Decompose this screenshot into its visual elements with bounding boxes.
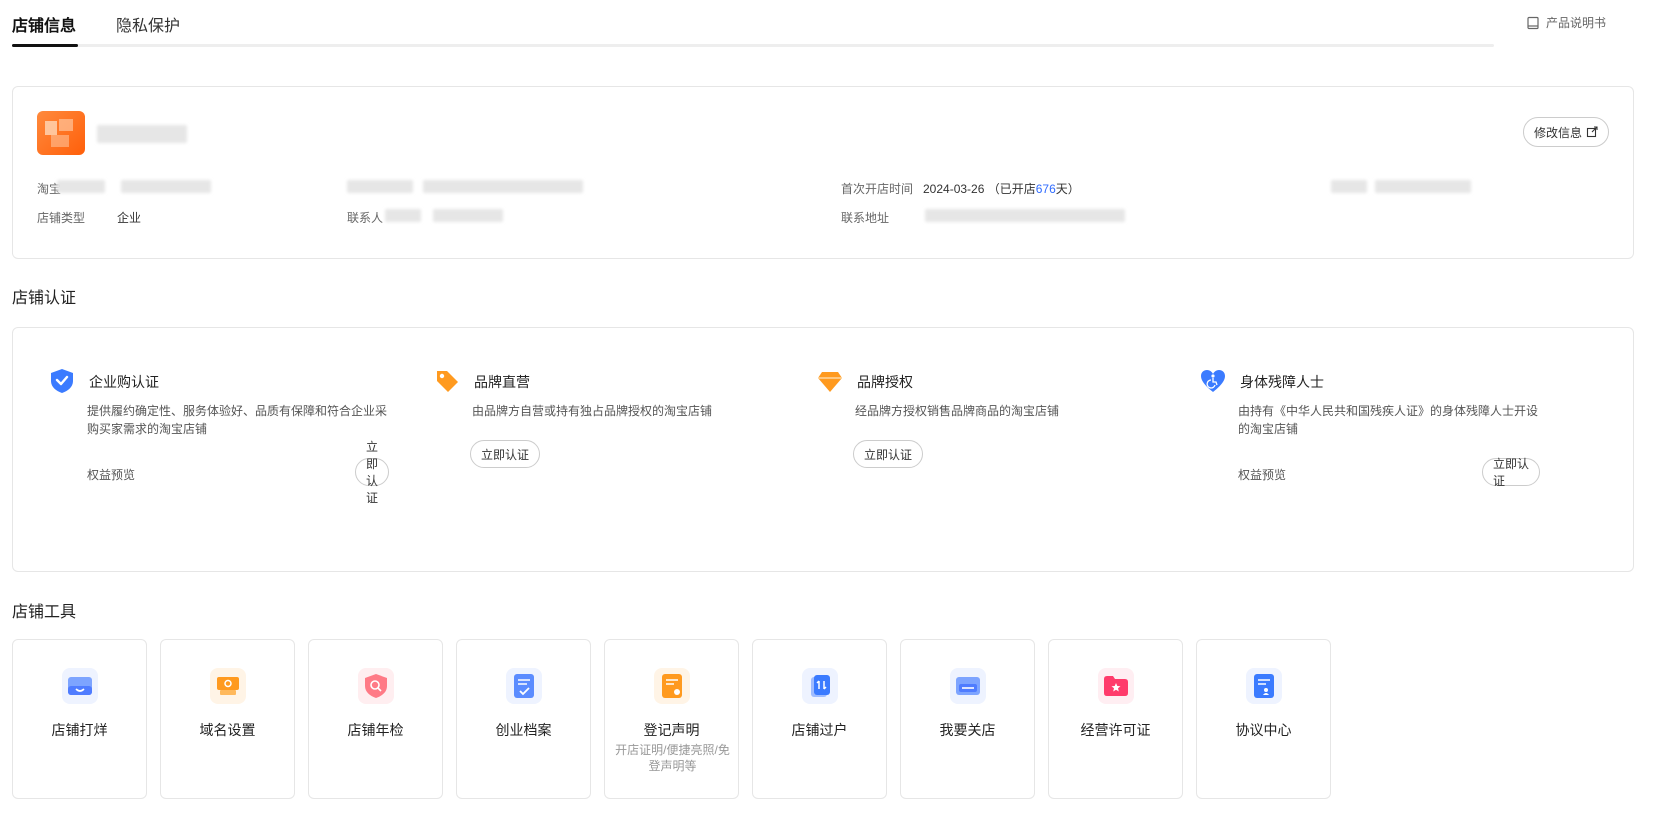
tag-icon (437, 371, 458, 392)
redacted-field (433, 209, 503, 222)
registration-icon (654, 668, 690, 704)
tools-section-title: 店铺工具 (12, 604, 77, 621)
product-manual-label: 产品说明书 (1545, 16, 1606, 30)
cert-enterprise: 企业购认证 提供履约确定性、服务体验好、品质有保障和符合企业采购买家需求的淘宝店… (49, 366, 390, 505)
certify-now-button[interactable]: 立即认证 (470, 440, 541, 468)
cert-disabled-persons-desc: 由持有《中华人民共和国残疾人证》的身体残障人士开设的淘宝店铺 (1238, 404, 1539, 436)
domain-settings-icon (210, 668, 246, 704)
tool-close-store[interactable]: 我要关店 (900, 639, 1035, 799)
cert-enterprise-desc: 提供履约确定性、服务体验好、品质有保障和符合企业采购买家需求的淘宝店铺 (87, 404, 388, 436)
tool-business-license-label: 经营许可证 (1080, 722, 1151, 738)
shop-type-label: 店铺类型 (37, 211, 86, 225)
tool-business-license[interactable]: 经营许可证 (1048, 639, 1183, 799)
accessibility-heart-icon (1201, 370, 1225, 392)
benefit-preview-link[interactable]: 权益预览 (1238, 466, 1286, 483)
certify-now-button[interactable]: 立即认证 (355, 440, 390, 505)
tool-close-store-label: 我要关店 (939, 722, 996, 738)
tab-rail (12, 44, 1494, 47)
product-manual-link[interactable]: 产品说明书 (1526, 14, 1606, 31)
cert-brand-direct-desc: 由品牌方自营或持有独占品牌授权的淘宝店铺 (472, 404, 713, 418)
certify-now-button[interactable]: 立即认证 (853, 440, 924, 468)
tool-agreement-center[interactable]: 协议中心 (1196, 639, 1331, 799)
book-icon (1527, 16, 1539, 29)
tool-agreement-center-label: 协议中心 (1235, 722, 1292, 738)
license-folder-icon (1098, 668, 1134, 704)
redacted-field (121, 180, 211, 193)
redacted-field (57, 180, 105, 193)
shop-logo (37, 111, 85, 155)
external-link-icon (1586, 126, 1598, 138)
cert-disabled-persons: 身体残障人士 由持有《中华人民共和国残疾人证》的身体残障人士开设的淘宝店铺 权益… (1200, 366, 1540, 488)
contact-label: 联系人 (347, 211, 384, 225)
diamond-icon (818, 372, 842, 392)
cert-brand-authorized-name: 品牌授权 (857, 374, 913, 390)
open-days-count: 676 (1035, 182, 1056, 196)
tool-annual-inspection[interactable]: 店铺年检 (308, 639, 443, 799)
address-label: 联系地址 (841, 211, 890, 225)
edit-info-label: 修改信息 (1533, 125, 1582, 140)
tool-store-transfer[interactable]: 店铺过户 (752, 639, 887, 799)
cert-brand-direct-name: 品牌直营 (474, 374, 530, 390)
tool-annual-inspection-label: 店铺年检 (347, 722, 404, 738)
tool-startup-archive[interactable]: 创业档案 (456, 639, 591, 799)
certification-section-title: 店铺认证 (12, 290, 77, 307)
shop-type-value: 企业 (117, 211, 142, 225)
archive-icon (506, 668, 542, 704)
shield-check-icon (51, 369, 73, 393)
tool-registration-subtitle: 开店证明/便捷亮照/免登声明等 (615, 743, 730, 773)
tool-registration[interactable]: 登记声明 开店证明/便捷亮照/免登声明等 (604, 639, 739, 799)
close-store-icon (950, 668, 986, 704)
tool-store-close-label: 店铺打烊 (51, 722, 108, 738)
first-open-date: 2024-03-26 （已开店676天） (923, 180, 1080, 197)
cert-enterprise-name: 企业购认证 (89, 374, 159, 390)
tool-domain-settings[interactable]: 域名设置 (160, 639, 295, 799)
first-open-label: 首次开店时间 (841, 182, 914, 196)
tool-registration-label: 登记声明 (643, 722, 700, 738)
tool-store-close[interactable]: 店铺打烊 (12, 639, 147, 799)
shop-info-card: 修改信息 淘宝 首次开店时间 2024-03-26 （已开店676天） 店铺类型… (12, 86, 1634, 259)
edit-info-button[interactable]: 修改信息 (1522, 117, 1609, 147)
open-days-prefix: （已开店 (987, 182, 1036, 196)
transfer-icon (802, 668, 838, 704)
cert-brand-direct: 品牌直营 由品牌方自营或持有独占品牌授权的淘宝店铺 立即认证 (434, 366, 774, 468)
annual-inspection-icon (358, 668, 394, 704)
shop-name-redacted (97, 125, 187, 143)
tool-store-transfer-label: 店铺过户 (791, 722, 848, 738)
tab-privacy[interactable]: 隐私保护 (116, 12, 180, 36)
certify-now-button[interactable]: 立即认证 (1482, 457, 1540, 488)
tool-domain-settings-label: 域名设置 (199, 722, 256, 738)
agreement-icon (1246, 668, 1282, 704)
tool-startup-archive-label: 创业档案 (495, 722, 552, 738)
redacted-field (1375, 180, 1471, 193)
redacted-field (347, 180, 413, 193)
cert-disabled-persons-name: 身体残障人士 (1240, 374, 1324, 390)
cert-brand-authorized: 品牌授权 经品牌方授权销售品牌商品的淘宝店铺 立即认证 (817, 366, 1157, 468)
top-tabs: 店铺信息 隐私保护 产品说明书 (12, 0, 1634, 48)
tab-shop-info[interactable]: 店铺信息 (12, 12, 76, 36)
store-close-icon (62, 668, 98, 704)
redacted-field (423, 180, 583, 193)
certification-card: 企业购认证 提供履约确定性、服务体验好、品质有保障和符合企业采购买家需求的淘宝店… (12, 327, 1634, 572)
redacted-field (925, 209, 1125, 222)
cert-brand-authorized-desc: 经品牌方授权销售品牌商品的淘宝店铺 (855, 404, 1060, 418)
benefit-preview-link[interactable]: 权益预览 (87, 466, 135, 483)
open-days-suffix: 天） (1055, 182, 1080, 196)
active-tab-indicator (12, 44, 78, 47)
redacted-field (1331, 180, 1367, 193)
redacted-field (385, 209, 421, 222)
first-open-date-value: 2024-03-26 (923, 182, 985, 196)
